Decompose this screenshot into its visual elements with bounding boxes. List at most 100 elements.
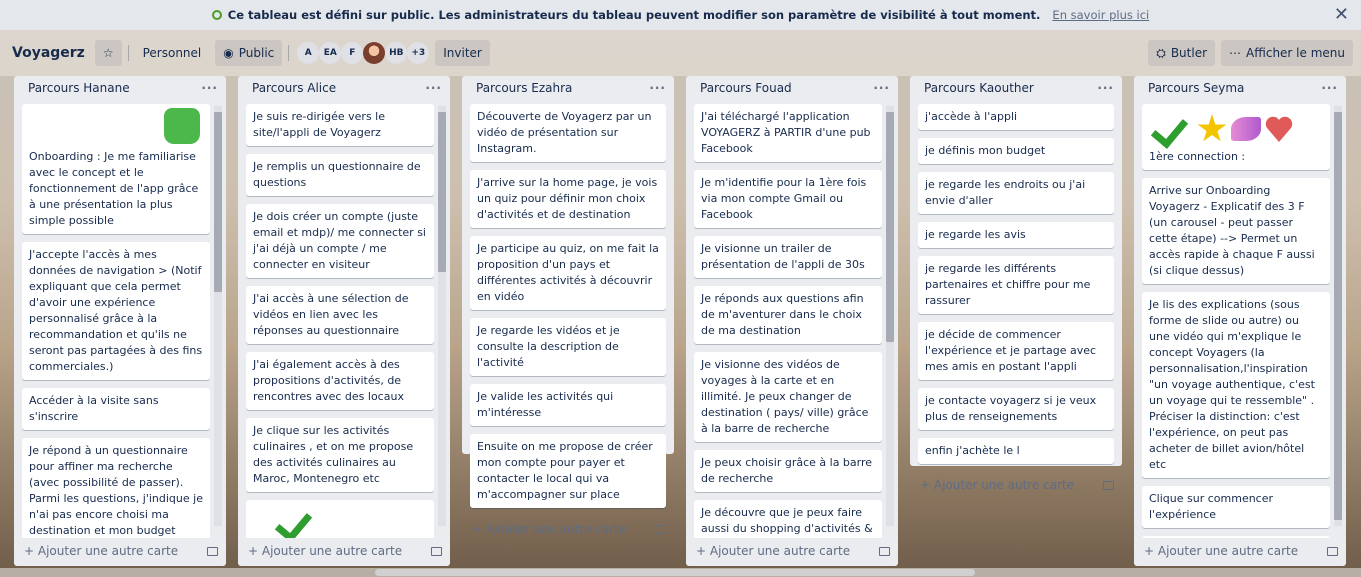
butler-button[interactable]: ⛭ Butler: [1148, 40, 1216, 66]
card[interactable]: Je peux choisir grâce à la barre de rech…: [694, 450, 882, 492]
card[interactable]: enfin j'achète le l: [918, 438, 1114, 464]
add-card-footer[interactable]: + Ajouter une autre carte: [910, 472, 1122, 498]
card[interactable]: j'accède à l'appli: [918, 104, 1114, 130]
card-text: Onboarding : Je me familiarise avec le c…: [29, 150, 199, 227]
card[interactable]: je regarde les endroits ou j'ai envie d'…: [918, 172, 1114, 214]
list-title[interactable]: Parcours Fouad: [700, 81, 792, 95]
scrollbar-thumb[interactable]: [214, 112, 222, 292]
card-template-icon[interactable]: [431, 546, 442, 556]
avatar-photo[interactable]: [363, 42, 386, 64]
card[interactable]: 1ère connection :: [1142, 104, 1330, 170]
card[interactable]: Je suis re-dirigée vers le site/l'appli …: [246, 104, 434, 146]
list-title[interactable]: Parcours Kaouther: [924, 81, 1034, 95]
card[interactable]: Clique sur commencer l'expérience: [1142, 486, 1330, 528]
card[interactable]: 5 Questions pour personnaliser l'offre: [1142, 536, 1330, 538]
board-title[interactable]: Voyagerz: [8, 40, 89, 66]
add-card-footer[interactable]: + Ajouter une autre carte: [686, 538, 898, 564]
list-title[interactable]: Parcours Ezahra: [476, 81, 572, 95]
add-card-button[interactable]: + Ajouter une autre carte: [472, 522, 626, 536]
card[interactable]: Je m'identifie pour la 1ère fois via mon…: [694, 170, 882, 228]
star-button[interactable]: ☆: [94, 40, 122, 66]
add-card-button[interactable]: + Ajouter une autre carte: [1144, 544, 1298, 558]
scrollbar-thumb[interactable]: [438, 112, 446, 272]
add-card-footer[interactable]: + Ajouter une autre carte: [1134, 538, 1346, 564]
list-title[interactable]: Parcours Hanane: [28, 81, 130, 95]
show-menu-button[interactable]: ⋯ Afficher le menu: [1221, 40, 1353, 66]
card[interactable]: Je découvre que je peux faire aussi du s…: [694, 500, 882, 538]
list-title[interactable]: Parcours Seyma: [1148, 81, 1244, 95]
card[interactable]: Je répond à un questionnaire pour affine…: [22, 438, 210, 538]
add-card-label: Ajouter une autre carte: [485, 522, 627, 536]
card[interactable]: Je participe au quiz, on me fait la prop…: [470, 236, 666, 310]
card[interactable]: Découverte de Voyagerz par un vidéo de p…: [470, 104, 666, 162]
invite-button[interactable]: Inviter: [435, 40, 490, 66]
card-text: Découverte de Voyagerz par un vidéo de p…: [477, 110, 652, 155]
card[interactable]: je décide de commencer l'expérience et j…: [918, 322, 1114, 380]
close-icon[interactable]: ✕: [1334, 4, 1349, 25]
ellipsis-icon: ⋯: [1229, 46, 1242, 60]
avatar[interactable]: A: [297, 42, 320, 64]
team-button[interactable]: Personnel: [135, 40, 210, 66]
card-template-icon[interactable]: [1327, 546, 1338, 556]
card[interactable]: Je visionne un trailer de présentation d…: [694, 236, 882, 278]
card[interactable]: je regarde les avis: [918, 222, 1114, 248]
list-scrollbar[interactable]: [438, 106, 446, 526]
card[interactable]: J'ai accès à une sélection de vidéos en …: [246, 286, 434, 344]
more-members-badge[interactable]: +3: [407, 42, 430, 64]
add-card-footer[interactable]: + Ajouter une autre carte: [462, 516, 674, 542]
card[interactable]: je regarde les différents partenaires et…: [918, 256, 1114, 314]
card[interactable]: Je remplis un questionnaire de questions: [246, 154, 434, 196]
avatar[interactable]: EA: [319, 42, 342, 64]
card[interactable]: Arrive sur Onboarding Voyagerz - Explica…: [1142, 178, 1330, 284]
card[interactable]: je définis mon budget: [918, 138, 1114, 164]
add-card-button[interactable]: + Ajouter une autre carte: [696, 544, 850, 558]
list-title[interactable]: Parcours Alice: [252, 81, 336, 95]
card-cover-emojis: [1149, 109, 1323, 149]
card[interactable]: Je clique sur les activités culinaires ,…: [246, 418, 434, 492]
card[interactable]: J'arrive sur la home page, je vois un qu…: [470, 170, 666, 228]
add-card-button[interactable]: + Ajouter une autre carte: [24, 544, 178, 558]
card[interactable]: Ensuite on me propose de créer mon compt…: [470, 434, 666, 508]
visibility-button[interactable]: ◉ Public: [215, 40, 283, 66]
card[interactable]: Je lis des explications (sous forme de s…: [1142, 292, 1330, 478]
card[interactable]: Je réponds aux questions afin de m'avent…: [694, 286, 882, 344]
list-menu-icon[interactable]: ···: [1097, 81, 1114, 95]
list-menu-icon[interactable]: ···: [1321, 81, 1338, 95]
horizontal-scrollbar[interactable]: [0, 568, 1361, 577]
card[interactable]: Je valide les activités qui m'intéresse: [470, 384, 666, 426]
add-card-footer[interactable]: + Ajouter une autre carte: [238, 538, 450, 564]
add-card-button[interactable]: + Ajouter une autre carte: [920, 478, 1074, 492]
list-menu-icon[interactable]: ···: [873, 81, 890, 95]
card[interactable]: Je visionne des vidéos de voyages à la c…: [694, 352, 882, 442]
card-template-icon[interactable]: [207, 546, 218, 556]
card[interactable]: Je regarde les vidéos et je consulte la …: [470, 318, 666, 376]
card[interactable]: J'ai également accès à des propositions …: [246, 352, 434, 410]
add-card-footer[interactable]: + Ajouter une autre carte: [14, 538, 226, 564]
card[interactable]: Accéder à la visite sans s'inscrire: [22, 388, 210, 430]
add-card-button[interactable]: + Ajouter une autre carte: [248, 544, 402, 558]
list-scrollbar[interactable]: [1334, 106, 1342, 526]
card[interactable]: Onboarding : Je me familiarise avec le c…: [22, 104, 210, 234]
scrollbar-thumb[interactable]: [886, 112, 894, 342]
card[interactable]: J'accepte l'accès à mes données de navig…: [22, 242, 210, 380]
list-menu-icon[interactable]: ···: [201, 81, 218, 95]
card[interactable]: je contacte voyagerz si je veux plus de …: [918, 388, 1114, 430]
card-template-icon[interactable]: [1103, 480, 1114, 490]
card[interactable]: [246, 500, 434, 538]
learn-more-link[interactable]: En savoir plus ici: [1052, 8, 1149, 22]
card-text: Arrive sur Onboarding Voyagerz - Explica…: [1149, 184, 1315, 277]
card[interactable]: Je dois créer un compte (juste email et …: [246, 204, 434, 278]
list-menu-icon[interactable]: ···: [425, 81, 442, 95]
card-text: Je clique sur les activités culinaires ,…: [253, 424, 414, 485]
scrollbar-thumb[interactable]: [375, 569, 975, 576]
avatar[interactable]: HB: [385, 42, 408, 64]
card[interactable]: J'ai téléchargé l'application VOYAGERZ à…: [694, 104, 882, 162]
list-scrollbar[interactable]: [886, 106, 894, 526]
card-template-icon[interactable]: [655, 524, 666, 534]
list-scrollbar[interactable]: [214, 106, 222, 526]
list-menu-icon[interactable]: ···: [649, 81, 666, 95]
card-text: je définis mon budget: [925, 144, 1046, 157]
avatar[interactable]: F: [341, 42, 364, 64]
card-template-icon[interactable]: [879, 546, 890, 556]
scrollbar-thumb[interactable]: [1334, 112, 1342, 520]
